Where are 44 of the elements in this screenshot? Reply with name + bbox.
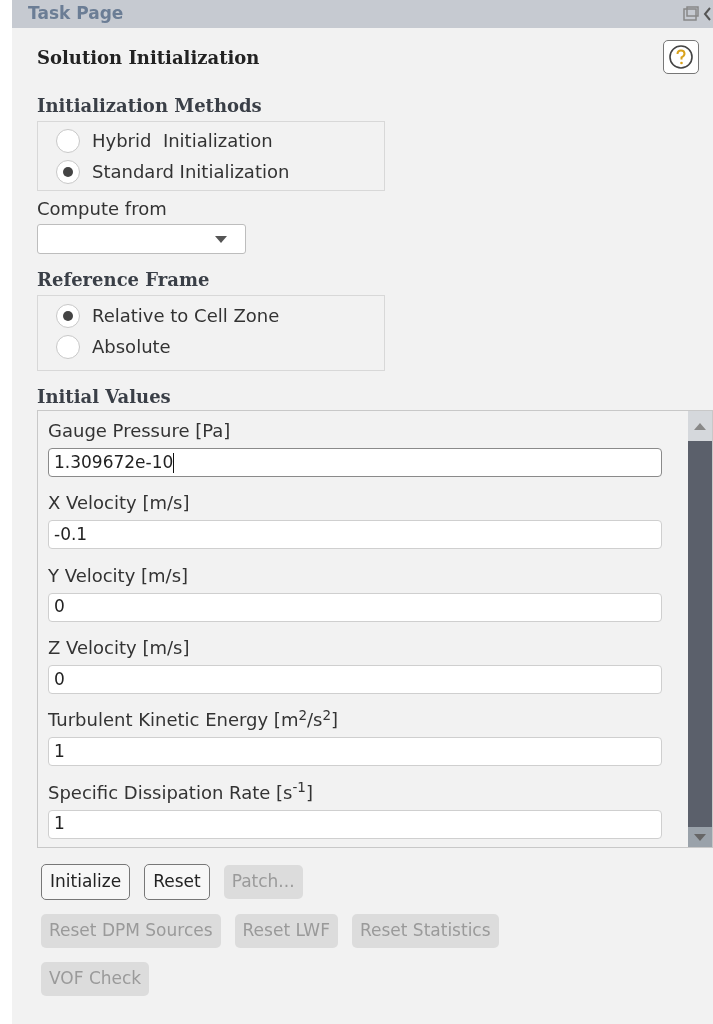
field-label: X Velocity [m/s] [48,491,191,516]
scroll-down-icon[interactable] [694,833,706,841]
dropdown-caret-icon [215,235,227,243]
help-button[interactable] [663,40,699,74]
input-value: 1.309672e-10 [54,450,174,474]
value-input[interactable]: 1 [48,809,662,839]
field-label: Specific Dissipation Rate [s$^{-1}$] [48,778,314,805]
action-button[interactable]: Reset [144,864,210,900]
text-cursor [173,452,175,473]
radio-button[interactable] [56,303,80,328]
input-value: 1 [54,740,65,764]
radio-label: Standard Initialization [92,160,290,184]
header-title: Task Page [28,2,124,26]
field-label: Compute from [37,197,168,221]
section-label: Initial Values [37,385,172,409]
value-input[interactable]: 1.309672e-10 [48,448,662,477]
float-window-icon[interactable] [683,6,699,22]
value-input[interactable]: 1 [48,737,662,767]
panel-title: Solution Initialization [37,45,260,70]
radio-label: Absolute [92,335,171,359]
section-label: Reference Frame [37,268,211,292]
radio-label: Relative to Cell Zone [92,304,280,328]
field-label: Y Velocity [m/s] [48,563,190,588]
section-label: Initialization Methods [37,94,263,118]
radio-button[interactable] [56,334,80,359]
input-value: 0 [54,667,65,691]
input-value: -0.1 [54,523,88,547]
field-label: Gauge Pressure [Pa] [48,419,232,443]
value-input[interactable]: 0 [48,665,662,694]
scrollbar[interactable] [688,411,712,847]
chevron-left-icon[interactable] [703,7,711,21]
input-value: 0 [54,595,65,619]
radio-button[interactable] [56,128,80,153]
radio-label: Hybrid Initialization [92,129,273,153]
action-button[interactable]: Initialize [41,864,131,900]
scroll-up-icon[interactable] [694,422,706,430]
compute-from-dropdown[interactable] [37,224,246,254]
help-icon [668,44,694,70]
field-label: Z Velocity [m/s] [48,636,191,660]
field-label: Turbulent Kinetic Energy [m$^{2}$/s$^{2}$] [48,706,340,733]
value-input[interactable]: 0 [48,592,662,622]
value-input[interactable]: -0.1 [48,520,662,550]
input-value: 1 [54,812,65,836]
radio-button[interactable] [56,159,80,184]
